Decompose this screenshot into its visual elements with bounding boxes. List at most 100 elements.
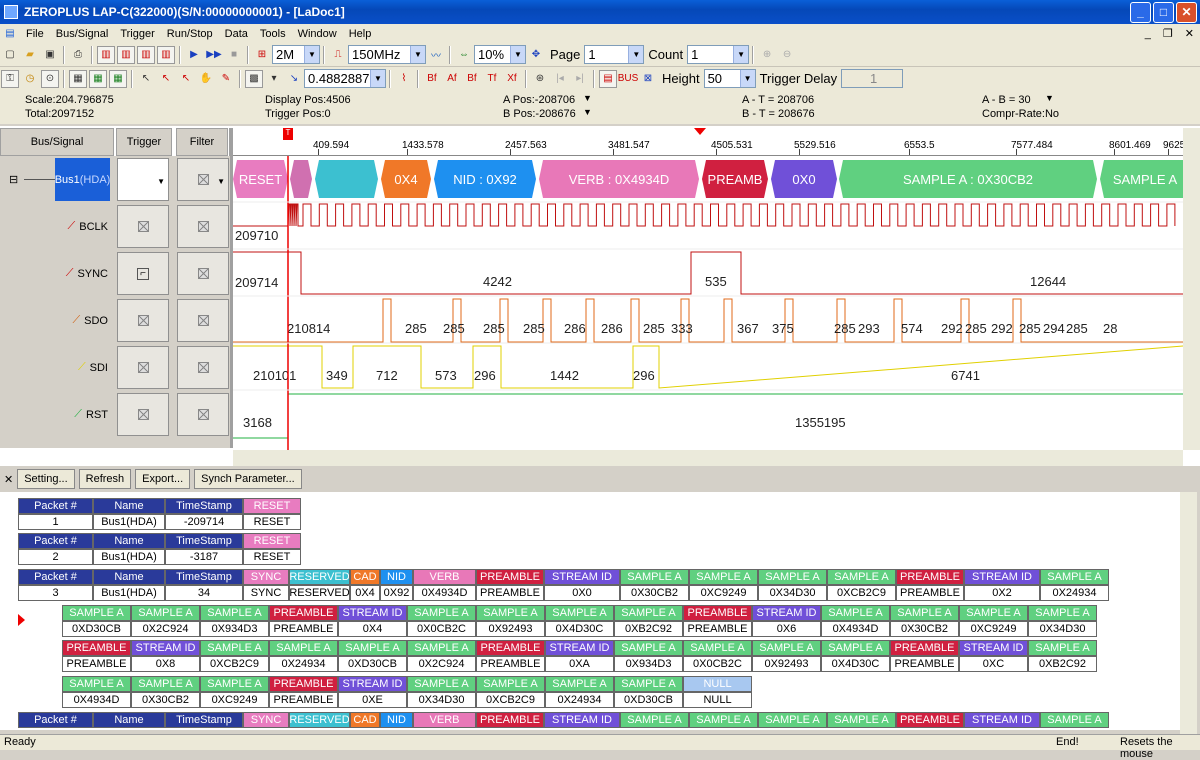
stop-icon[interactable]: ■: [225, 46, 243, 64]
sdo-trigger-cell[interactable]: [117, 299, 169, 342]
memory-depth-select[interactable]: 2M ▼: [272, 45, 320, 64]
bus-icon-4[interactable]: Tf: [483, 70, 501, 88]
waveform-vscroll[interactable]: [1183, 128, 1200, 450]
synch-parameter-button[interactable]: Synch Parameter...: [194, 469, 302, 489]
time-ruler[interactable]: 409.594 1433.578 2457.563 3481.547 4505.531 5…: [233, 128, 1183, 156]
channel-icon-4[interactable]: ▥: [157, 45, 175, 64]
close-button[interactable]: ✕: [1176, 1, 1197, 23]
setting-button[interactable]: Setting...: [17, 469, 75, 489]
minimize-button[interactable]: _: [1130, 1, 1151, 23]
menu-help[interactable]: Help: [343, 28, 378, 40]
sync-filter-cell[interactable]: [177, 252, 229, 295]
b-pos-dropdown-icon[interactable]: ▼: [583, 107, 592, 117]
prev-icon[interactable]: |◂: [551, 70, 569, 88]
open-icon[interactable]: ▰: [21, 46, 39, 64]
display-icon[interactable]: ▩: [245, 69, 263, 88]
a-b-dropdown-icon[interactable]: ▼: [1045, 93, 1054, 103]
run-icon[interactable]: ▶: [185, 46, 203, 64]
collapse-icon[interactable]: ⊖: [778, 46, 796, 64]
b-pos-text[interactable]: B Pos:-208676: [503, 108, 576, 120]
bus-name-cell[interactable]: Bus1 (HDA): [55, 158, 110, 201]
bus-icon-5[interactable]: Xf: [503, 70, 521, 88]
mdi-minimize-icon[interactable]: _: [1139, 28, 1157, 40]
cursor-a-icon[interactable]: ↖: [157, 70, 175, 88]
channel-icon-1[interactable]: ▥: [97, 45, 115, 64]
a-pos-text[interactable]: A Pos:-208706: [503, 94, 575, 106]
sampling-rate-select[interactable]: 150MHz ▼: [348, 45, 426, 64]
channel-icon-2[interactable]: ▥: [117, 45, 135, 64]
scale-icon[interactable]: ↘: [285, 70, 303, 88]
dropdown-icon[interactable]: ▾: [265, 70, 283, 88]
bus-filter-cell[interactable]: ▼: [177, 158, 229, 201]
packet-list[interactable]: Packet # Name TimeStamp 1 Bus1(HDA) -209714 RE…: [0, 492, 1180, 730]
cursor-marker-icon[interactable]: [694, 128, 706, 135]
waveform-hscroll[interactable]: [233, 450, 1183, 467]
zoom-select[interactable]: 10% ▼: [474, 45, 526, 64]
zoom-icon[interactable]: ⇔: [455, 46, 473, 64]
timestamp-header: TimeStamp: [165, 569, 243, 585]
mdi-close-icon[interactable]: ✕: [1179, 27, 1200, 40]
refresh-button[interactable]: Refresh: [78, 469, 132, 489]
zoom-fit-icon[interactable]: ✥: [527, 46, 545, 64]
pointer-icon[interactable]: ↖: [137, 70, 155, 88]
channel-icon-3[interactable]: ▥: [137, 45, 155, 64]
menu-window[interactable]: Window: [292, 28, 343, 40]
lock-icon[interactable]: ⚿: [1, 69, 19, 88]
bclk-trigger-cell[interactable]: [117, 205, 169, 248]
menu-file[interactable]: File: [20, 28, 50, 40]
hand-icon[interactable]: ✋: [197, 70, 215, 88]
count-select[interactable]: 1 ▼: [687, 45, 750, 64]
threshold-icon[interactable]: 〰: [427, 46, 445, 64]
export-button[interactable]: Export...: [135, 469, 191, 489]
filter-icon[interactable]: ⊠: [639, 70, 657, 88]
sdo-filter-cell[interactable]: [177, 299, 229, 342]
grid-icon-2[interactable]: ▦: [89, 69, 107, 88]
menu-data[interactable]: Data: [219, 28, 254, 40]
menu-trigger[interactable]: Trigger: [114, 28, 160, 40]
sdi-trigger-cell[interactable]: [117, 346, 169, 389]
binoculars-icon[interactable]: ⊛: [531, 70, 549, 88]
menu-tools[interactable]: Tools: [254, 28, 292, 40]
sdi-filter-cell[interactable]: [177, 346, 229, 389]
collapse-toggle-icon[interactable]: ⊟: [9, 173, 18, 186]
a-pos-dropdown-icon[interactable]: ▼: [583, 93, 592, 103]
cursor-b-icon[interactable]: ↖: [177, 70, 195, 88]
sync-trigger-cell[interactable]: ⌐: [117, 252, 169, 295]
trigger-delay-input[interactable]: 1: [841, 69, 904, 88]
sdo-value: 367: [737, 321, 759, 336]
report-icon[interactable]: ▤: [599, 69, 617, 88]
print-icon[interactable]: ⎙: [69, 46, 87, 64]
expand-icon[interactable]: ⊕: [758, 46, 776, 64]
height-select[interactable]: 50 ▼: [703, 69, 756, 88]
bclk-filter-cell[interactable]: [177, 205, 229, 248]
mdi-restore-icon[interactable]: ❐: [1157, 27, 1179, 40]
save-icon[interactable]: ▣: [41, 46, 59, 64]
bus-trigger-cell[interactable]: ▼: [117, 158, 169, 201]
packet-vscroll[interactable]: [1180, 492, 1197, 734]
panel-close-icon[interactable]: ✕: [4, 473, 13, 486]
grid-icon-3[interactable]: ▦: [109, 69, 127, 88]
rst-filter-cell[interactable]: [177, 393, 229, 436]
new-icon[interactable]: ▢: [1, 46, 19, 64]
bus-icon-1[interactable]: Bf: [423, 70, 441, 88]
trigger-marker-icon[interactable]: T: [283, 128, 293, 140]
clock-icon[interactable]: ◷: [21, 70, 39, 88]
bus-tool-icon[interactable]: BUS: [618, 70, 639, 88]
edge-icon[interactable]: ⌇: [395, 70, 413, 88]
waveform-canvas[interactable]: RESET 0X4 NID : 0X92 VERB : 0X4934D PREAMB 0X…: [233, 156, 1183, 450]
rst-trigger-cell[interactable]: [117, 393, 169, 436]
edit-icon[interactable]: ✎: [217, 70, 235, 88]
menu-run-stop[interactable]: Run/Stop: [161, 28, 219, 40]
trigger-setup-icon[interactable]: ⊙: [41, 69, 59, 88]
sdo-value: 285: [643, 321, 665, 336]
next-icon[interactable]: ▸|: [571, 70, 589, 88]
run-repeat-icon[interactable]: ▶▶: [205, 46, 223, 64]
bus-icon-3[interactable]: Bf: [463, 70, 481, 88]
page-select[interactable]: 1 ▼: [584, 45, 645, 64]
maximize-button[interactable]: □: [1153, 1, 1174, 23]
grid-icon-1[interactable]: ▦: [69, 69, 87, 88]
bus-icon-2[interactable]: Af: [443, 70, 461, 88]
scale-input[interactable]: 0.4882887 ▼: [304, 69, 386, 88]
bus-segment-label: NID : 0X92: [453, 172, 517, 187]
menu-bus-signal[interactable]: Bus/Signal: [50, 28, 115, 40]
